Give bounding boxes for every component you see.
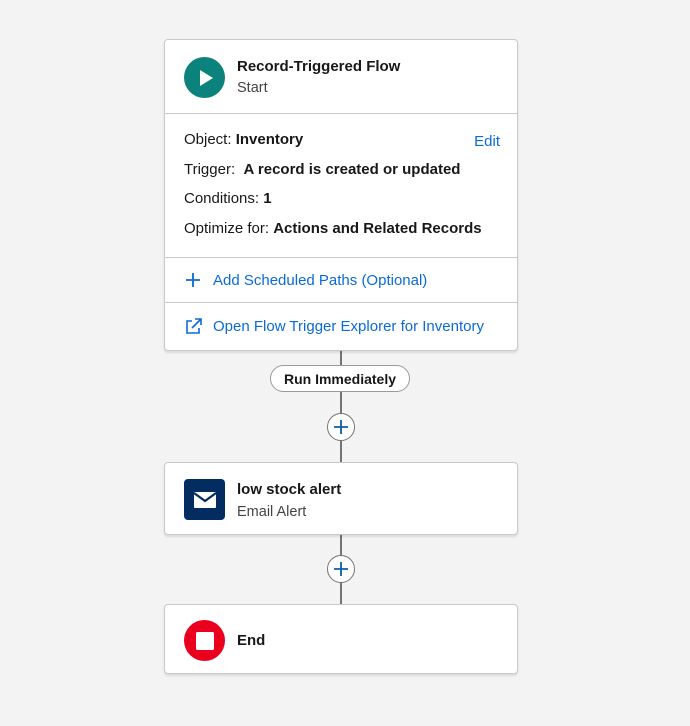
object-label: Object:: [184, 131, 232, 148]
start-node[interactable]: Record-Triggered Flow Start Object: Inve…: [164, 39, 518, 351]
start-node-header[interactable]: Record-Triggered Flow Start: [165, 40, 517, 114]
edit-link[interactable]: Edit: [474, 133, 500, 150]
end-node-title: End: [237, 632, 266, 649]
add-scheduled-paths-label: Add Scheduled Paths (Optional): [213, 271, 428, 289]
start-node-title: Record-Triggered Flow: [237, 58, 401, 75]
email-alert-title: low stock alert: [237, 481, 342, 498]
plus-icon: [184, 271, 202, 289]
play-icon: [184, 57, 225, 98]
conditions-label: Conditions:: [184, 190, 260, 207]
add-element-button[interactable]: [327, 555, 355, 583]
object-value: Inventory: [235, 131, 304, 148]
open-trigger-explorer-link[interactable]: Open Flow Trigger Explorer for Inventory: [165, 302, 517, 350]
end-node[interactable]: End: [164, 604, 518, 674]
email-alert-subtitle: Email Alert: [237, 504, 307, 520]
stop-icon: [184, 620, 225, 661]
add-element-button[interactable]: [327, 413, 355, 441]
optimize-label: Optimize for:: [184, 219, 270, 237]
conditions-row: Conditions: 1: [184, 190, 494, 220]
optimize-value: Actions and Related Records: [273, 219, 482, 237]
run-immediately-path-label[interactable]: Run Immediately: [270, 365, 410, 392]
conditions-value: 1: [263, 190, 272, 207]
envelope-icon: [184, 479, 225, 520]
start-node-subtitle: Start: [237, 80, 268, 96]
add-scheduled-paths-link[interactable]: Add Scheduled Paths (Optional): [165, 258, 517, 302]
trigger-label: Trigger:: [184, 160, 236, 178]
object-row: Object: Inventory: [184, 131, 494, 161]
plus-icon: [334, 420, 348, 434]
trigger-row: Trigger: A record is created or updated: [184, 161, 494, 191]
trigger-value: A record is created or updated: [243, 160, 461, 178]
open-trigger-explorer-label: Open Flow Trigger Explorer for Inventory: [213, 318, 484, 335]
plus-icon: [334, 562, 348, 576]
start-node-details: Object: Inventory Trigger: A record is c…: [165, 114, 517, 258]
email-alert-node[interactable]: low stock alert Email Alert: [164, 462, 518, 535]
optimize-row: Optimize for: Actions and Related Record…: [184, 220, 494, 250]
external-link-icon: [184, 318, 202, 336]
